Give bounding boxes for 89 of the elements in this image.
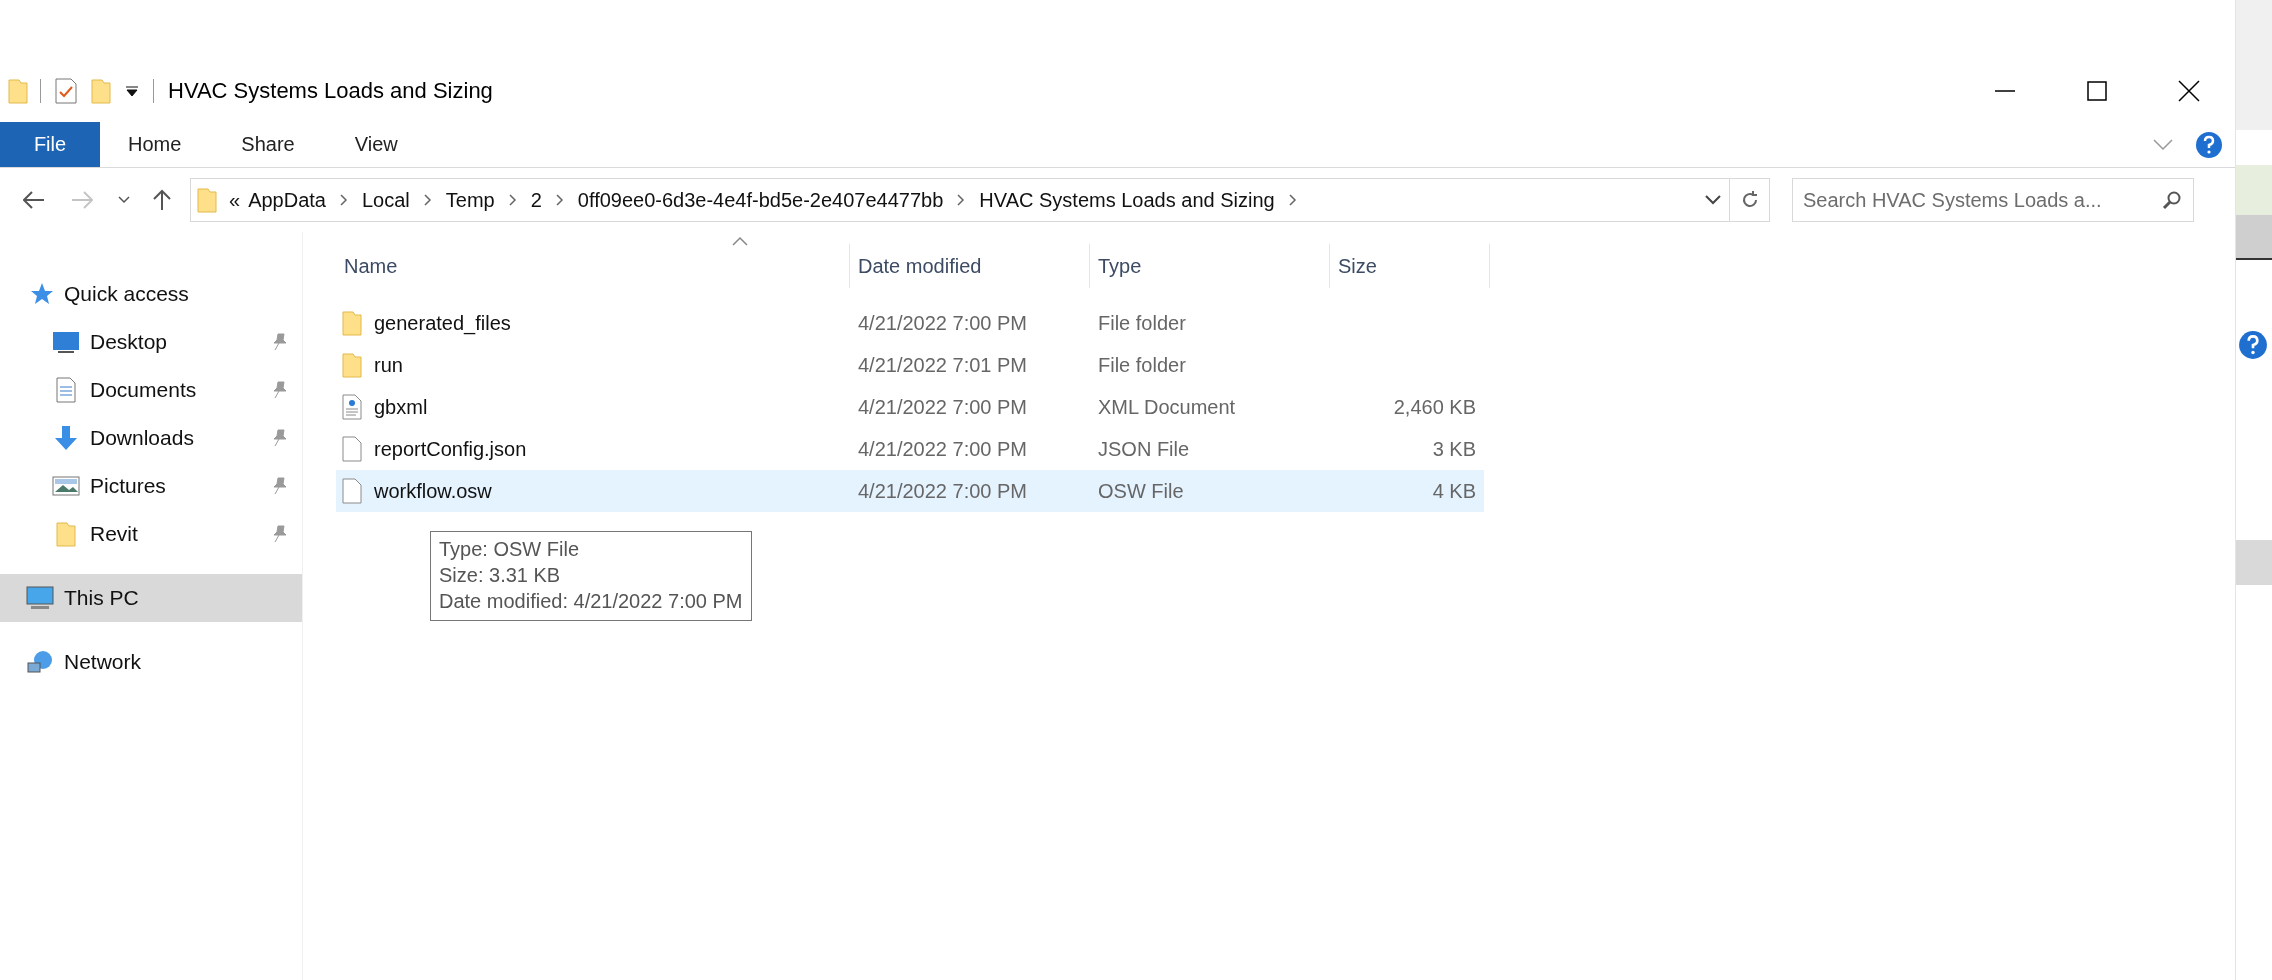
file-row[interactable]: reportConfig.json 4/21/2022 7:00 PM JSON File 3 KB xyxy=(336,428,1484,470)
file-size: 4 KB xyxy=(1432,479,1476,503)
tooltip-line: Size: 3.31 KB xyxy=(439,563,562,588)
window-title: HVAC Systems Loads and Sizing xyxy=(168,78,493,104)
file-type: OSW File xyxy=(1098,479,1184,503)
sidebar-item[interactable]: Network xyxy=(0,638,302,686)
overflow-button[interactable]: « xyxy=(225,180,245,220)
ribbon-tab[interactable]: Home xyxy=(100,122,210,167)
pin-icon[interactable] xyxy=(272,477,288,495)
picture-icon xyxy=(52,473,80,499)
sidebar-item[interactable]: Documents xyxy=(0,366,302,414)
file-tab[interactable]: File xyxy=(0,122,100,167)
new-folder-icon xyxy=(91,78,111,104)
file-type: JSON File xyxy=(1098,437,1190,461)
folder-icon xyxy=(342,310,362,336)
file-size: 2,460 KB xyxy=(1393,395,1476,419)
file-name: reportConfig.json xyxy=(374,437,527,461)
sidebar-item[interactable]: Downloads xyxy=(0,414,302,462)
dropdown-icon[interactable] xyxy=(125,84,139,98)
ribbon-tab[interactable]: Share xyxy=(213,122,323,167)
pin-icon[interactable] xyxy=(272,429,288,447)
close-icon xyxy=(2178,80,2200,102)
address-bar[interactable]: « AppData Local Temp 2 0ff09ee0-6d3e-4e4f-bd5e-2e407e4477bb HVAC Systems Loads and Sizing xyxy=(190,178,1770,222)
arrow-right-icon xyxy=(71,191,93,209)
file-icon xyxy=(342,478,362,504)
help-icon xyxy=(2238,330,2268,360)
column-header[interactable]: Name xyxy=(336,244,850,288)
chevron-right-icon[interactable] xyxy=(423,194,432,206)
computer-icon xyxy=(26,585,54,611)
pin-icon[interactable] xyxy=(272,381,288,399)
ribbon-tab[interactable]: View xyxy=(326,122,426,167)
chevron-right-icon[interactable] xyxy=(957,194,966,206)
file-row[interactable]: run 4/21/2022 7:01 PM File folder xyxy=(336,344,1484,386)
date-modified: 4/21/2022 7:00 PM xyxy=(858,395,1027,419)
file-type: File folder xyxy=(1098,311,1186,335)
checklist-icon[interactable] xyxy=(55,78,77,104)
file-type: XML Document xyxy=(1098,395,1236,419)
breadcrumb[interactable]: Temp xyxy=(441,180,499,220)
help-icon[interactable] xyxy=(2195,130,2223,159)
search-icon xyxy=(2162,190,2182,210)
column-header[interactable]: Type xyxy=(1090,244,1330,288)
arrow-left-icon xyxy=(23,191,45,209)
monitor-icon xyxy=(52,329,80,355)
file-name: workflow.osw xyxy=(374,479,492,503)
file-name: gbxml xyxy=(374,395,428,419)
breadcrumb[interactable]: 0ff09ee0-6d3e-4e4f-bd5e-2e407e4477bb xyxy=(573,180,948,220)
file-size: 3 KB xyxy=(1432,437,1476,461)
breadcrumb[interactable]: HVAC Systems Loads and Sizing xyxy=(975,180,1279,220)
sidebar-item[interactable]: Revit xyxy=(0,510,302,558)
sidebar-item[interactable]: Desktop xyxy=(0,318,302,366)
column-header[interactable]: Date modified xyxy=(850,244,1090,288)
date-modified: 4/21/2022 7:00 PM xyxy=(858,311,1027,335)
tooltip-line: Type: OSW File xyxy=(439,537,581,562)
arrow-up-icon xyxy=(153,189,171,211)
column-header[interactable]: Size xyxy=(1330,244,1490,288)
chevron-right-icon[interactable] xyxy=(508,194,517,206)
xml-file-icon xyxy=(342,394,362,420)
minimize-icon xyxy=(1994,90,2016,92)
breadcrumb[interactable]: Local xyxy=(357,180,414,220)
chevron-right-icon[interactable] xyxy=(1288,194,1297,206)
tooltip-line: Date modified: 4/21/2022 7:00 PM xyxy=(439,589,743,614)
breadcrumb[interactable]: 2 xyxy=(526,180,546,220)
network-icon xyxy=(26,649,54,675)
file-name: run xyxy=(374,353,403,377)
file-name: generated_files xyxy=(374,311,511,335)
folder-icon xyxy=(197,187,217,213)
download-arrow-icon xyxy=(52,425,80,451)
file-icon xyxy=(342,436,362,462)
file-row[interactable]: generated_files 4/21/2022 7:00 PM File folder xyxy=(336,302,1484,344)
maximize-icon xyxy=(2086,80,2108,102)
breadcrumb[interactable]: AppData xyxy=(244,180,330,220)
folder-icon xyxy=(342,352,362,378)
folder-icon xyxy=(8,78,28,104)
chevron-down-icon xyxy=(118,196,130,204)
sidebar-item[interactable]: Pictures xyxy=(0,462,302,510)
chevron-right-icon[interactable] xyxy=(555,194,564,206)
sidebar-item[interactable]: Quick access xyxy=(0,270,302,318)
file-row[interactable]: workflow.osw 4/21/2022 7:00 PM OSW File 4 KB xyxy=(336,470,1484,512)
chevron-right-icon[interactable] xyxy=(339,194,348,206)
pin-icon[interactable] xyxy=(272,525,288,543)
date-modified: 4/21/2022 7:00 PM xyxy=(858,479,1027,503)
date-modified: 4/21/2022 7:01 PM xyxy=(858,353,1027,377)
file-type: File folder xyxy=(1098,353,1186,377)
sidebar-item[interactable]: This PC xyxy=(0,574,302,622)
file-row[interactable]: gbxml 4/21/2022 7:00 PM XML Document 2,460 KB xyxy=(336,386,1484,428)
chevron-down-icon[interactable] xyxy=(1705,195,1721,205)
pin-icon[interactable] xyxy=(272,333,288,351)
search-field[interactable]: Search HVAC Systems Loads a... xyxy=(1792,178,2194,222)
date-modified: 4/21/2022 7:00 PM xyxy=(858,437,1027,461)
